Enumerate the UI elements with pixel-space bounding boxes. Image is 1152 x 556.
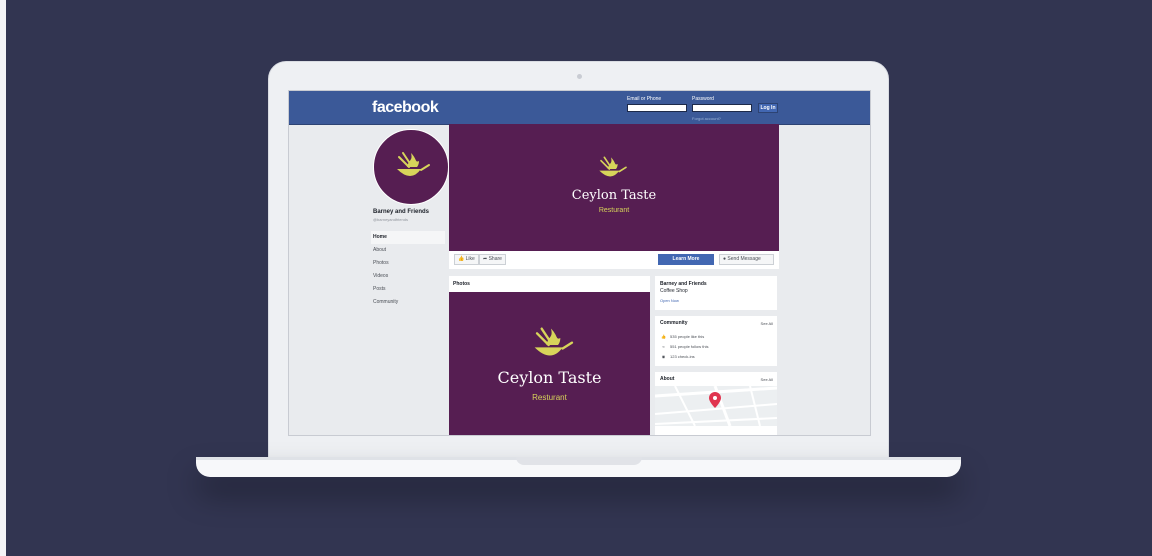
about-card: About See All [655,372,777,435]
photo-brand-title: Ceylon Taste [497,368,602,387]
base-notch [516,457,642,465]
brand-subtitle: Resturant [598,207,630,214]
profile-avatar[interactable] [373,129,449,205]
laptop-base [196,457,961,477]
messenger-icon: ● [723,256,727,262]
community-title: Community [660,320,688,326]
rss-icon: ≈ [662,343,665,349]
nav-item-home[interactable]: Home [371,231,445,244]
email-label: Email or Phone [627,96,662,102]
info-page-name: Barney and Friends [660,281,707,287]
email-field[interactable] [627,104,687,112]
send-message-button[interactable]: ● Send Message [719,254,774,265]
wok-icon [534,327,574,356]
share-button[interactable]: ➦ Share [479,254,506,265]
nav-item-videos[interactable]: Videos [371,270,445,283]
photo-thumbnail[interactable]: Ceylon Taste Resturant [449,292,650,435]
nav-item-photos[interactable]: Photos [371,257,445,270]
page-handle: @barneyandfriends [373,217,408,222]
nav-item-posts[interactable]: Posts [371,283,445,296]
action-bar: 👍 Like ➦ Share Learn More ● Send Message [449,251,779,269]
checkins-row: ◉ 123 check-ins [660,351,708,361]
laptop-screen: facebook Email or Phone Password Log In … [288,90,871,436]
page-nav: Home About Photos Videos Posts Community [371,231,445,309]
info-card: Barney and Friends Coffee Shop Open Now [655,276,777,310]
location-map[interactable] [655,386,777,426]
password-field[interactable] [692,104,752,112]
page-name: Barney and Friends [373,209,430,215]
login-button[interactable]: Log In [758,103,778,113]
community-see-all-link[interactable]: See All [761,321,773,326]
password-label: Password [692,96,714,102]
checkins-text: 123 check-ins [670,353,695,359]
forgot-account-link[interactable]: Forgot account? [692,116,721,121]
photos-title: Photos [449,276,650,293]
about-title: About [660,376,675,382]
about-see-all-link[interactable]: See All [761,377,773,382]
map-pin-icon [709,392,721,408]
community-card: Community See All 👍 535 people like this … [655,316,777,366]
photos-card: Photos Ceylon Taste Resturant [449,276,650,435]
like-label: Like [465,256,475,262]
webcam [577,74,582,79]
wok-icon [599,156,627,177]
laptop-lid: facebook Email or Phone Password Log In … [268,61,889,459]
facebook-header: facebook Email or Phone Password Log In … [289,91,870,125]
wok-icon [397,152,430,176]
follows-text: 551 people follow this [670,343,709,349]
likes-row: 👍 535 people like this [660,331,708,341]
left-edge-strip [0,0,6,556]
like-button[interactable]: 👍 Like [454,254,479,265]
learn-more-button[interactable]: Learn More [658,254,714,265]
nav-item-community[interactable]: Community [371,296,445,309]
share-label: Share [488,256,502,262]
facebook-logo[interactable]: facebook [372,99,439,117]
cover-photo[interactable]: Ceylon Taste Resturant [449,124,779,251]
nav-item-about[interactable]: About [371,244,445,257]
info-category: Coffee Shop [660,288,688,294]
brand-title: Ceylon Taste [571,188,657,203]
open-status: Open Now [660,298,679,303]
location-pin-icon: ◉ [661,353,666,359]
follows-row: ≈551 people follow this [660,341,708,351]
send-message-label: Send Message [727,256,761,262]
thumbs-up-icon: 👍 [661,333,666,339]
likes-text: 535 people like this [670,333,705,339]
photo-brand-subtitle: Resturant [532,393,567,402]
